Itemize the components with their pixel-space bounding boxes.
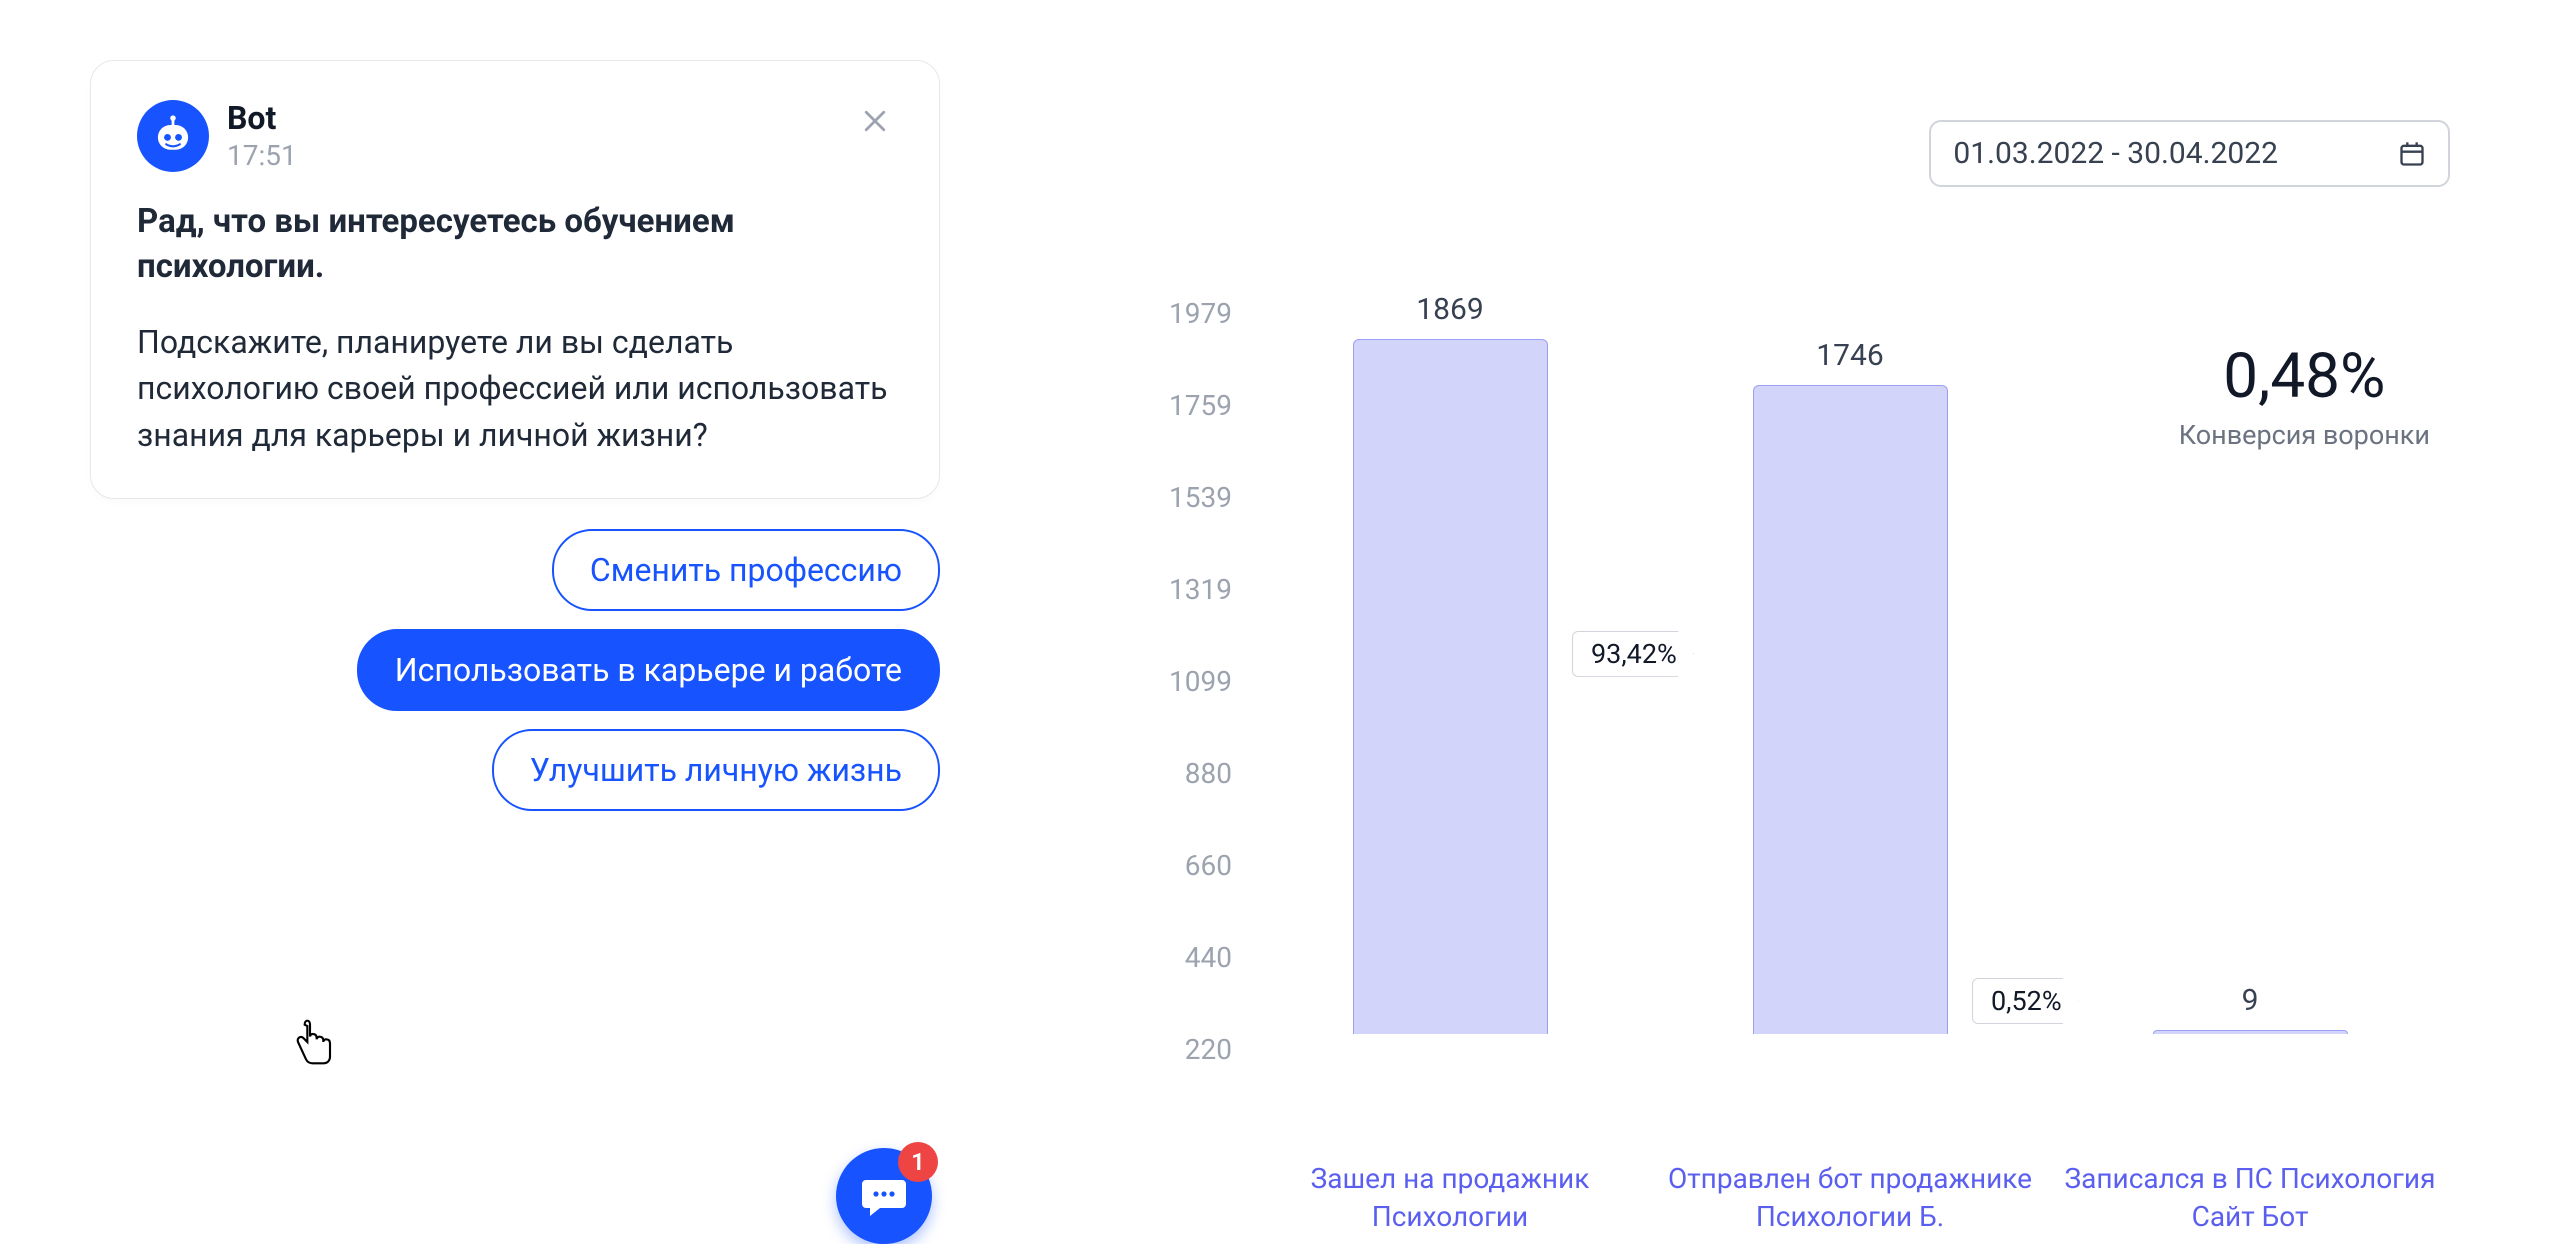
message-time: 17:51 (227, 139, 297, 172)
funnel-bar[interactable] (1753, 385, 1948, 1034)
chat-launcher-button[interactable]: 1 (836, 1148, 932, 1244)
cursor-hand-icon (292, 1018, 336, 1066)
calendar-icon (2398, 140, 2426, 168)
date-range-text: 01.03.2022 - 30.04.2022 (1953, 136, 2278, 171)
chart-plot-area: 18691746993,42%0,52% (1250, 300, 2450, 1036)
bot-name: Bot (227, 99, 297, 137)
chat-header: Bot 17:51 (137, 99, 893, 172)
x-axis-label: Записался в ПС Психология Сайт Бот (2050, 1160, 2450, 1236)
bot-message-card: Bot 17:51 Рад, что вы интересуетесь обуч… (90, 60, 940, 499)
y-axis: 19791759153913191099880660440220 (1140, 300, 1250, 1128)
y-tick: 660 (1185, 852, 1232, 944)
bar-value-label: 1746 (1816, 338, 1883, 373)
funnel-bar[interactable] (2153, 1030, 2348, 1034)
y-tick: 1099 (1169, 668, 1232, 760)
transition-percent-label: 93,42% (1572, 631, 1694, 677)
x-axis-label: Отправлен бот продажнике Психологии Б. (1650, 1160, 2050, 1236)
quick-reply-use-in-career[interactable]: Использовать в карьере и работе (357, 629, 940, 711)
y-tick: 1539 (1169, 484, 1232, 576)
y-tick: 1979 (1169, 300, 1232, 392)
close-icon[interactable] (857, 103, 893, 139)
bot-greeting-text: Рад, что вы интересуетесь обучением псих… (137, 200, 893, 289)
quick-reply-change-profession[interactable]: Сменить профессию (552, 529, 940, 611)
analytics-column: 01.03.2022 - 30.04.2022 0,48% Конверсия … (1140, 40, 2500, 1174)
bar-slot: 1746 (1650, 300, 2050, 1034)
x-axis-labels: Зашел на продажник ПсихологииОтправлен б… (1250, 1160, 2450, 1236)
bar-slot: 9 (2050, 300, 2450, 1034)
y-tick: 220 (1185, 1036, 1232, 1128)
transition-percent-label: 0,52% (1972, 978, 2079, 1024)
y-tick: 880 (1185, 760, 1232, 852)
chat-column: Bot 17:51 Рад, что вы интересуетесь обуч… (60, 40, 960, 1174)
y-tick: 440 (1185, 944, 1232, 1036)
y-tick: 1759 (1169, 392, 1232, 484)
y-tick: 1319 (1169, 576, 1232, 668)
date-range-picker[interactable]: 01.03.2022 - 30.04.2022 (1929, 120, 2450, 187)
funnel-bar[interactable] (1353, 339, 1548, 1034)
bar-value-label: 1869 (1416, 292, 1483, 327)
bot-question-text: Подскажите, планируете ли вы сделать пси… (137, 319, 893, 458)
quick-reply-improve-life[interactable]: Улучшить личную жизнь (492, 729, 940, 811)
x-axis-label: Зашел на продажник Психологии (1250, 1160, 1650, 1236)
bot-avatar-icon (137, 100, 209, 172)
funnel-chart: 19791759153913191099880660440220 1869174… (1140, 300, 2450, 1128)
quick-reply-list: Сменить профессию Использовать в карьере… (60, 529, 940, 811)
notification-badge: 1 (898, 1142, 938, 1182)
bar-value-label: 9 (2242, 983, 2259, 1018)
